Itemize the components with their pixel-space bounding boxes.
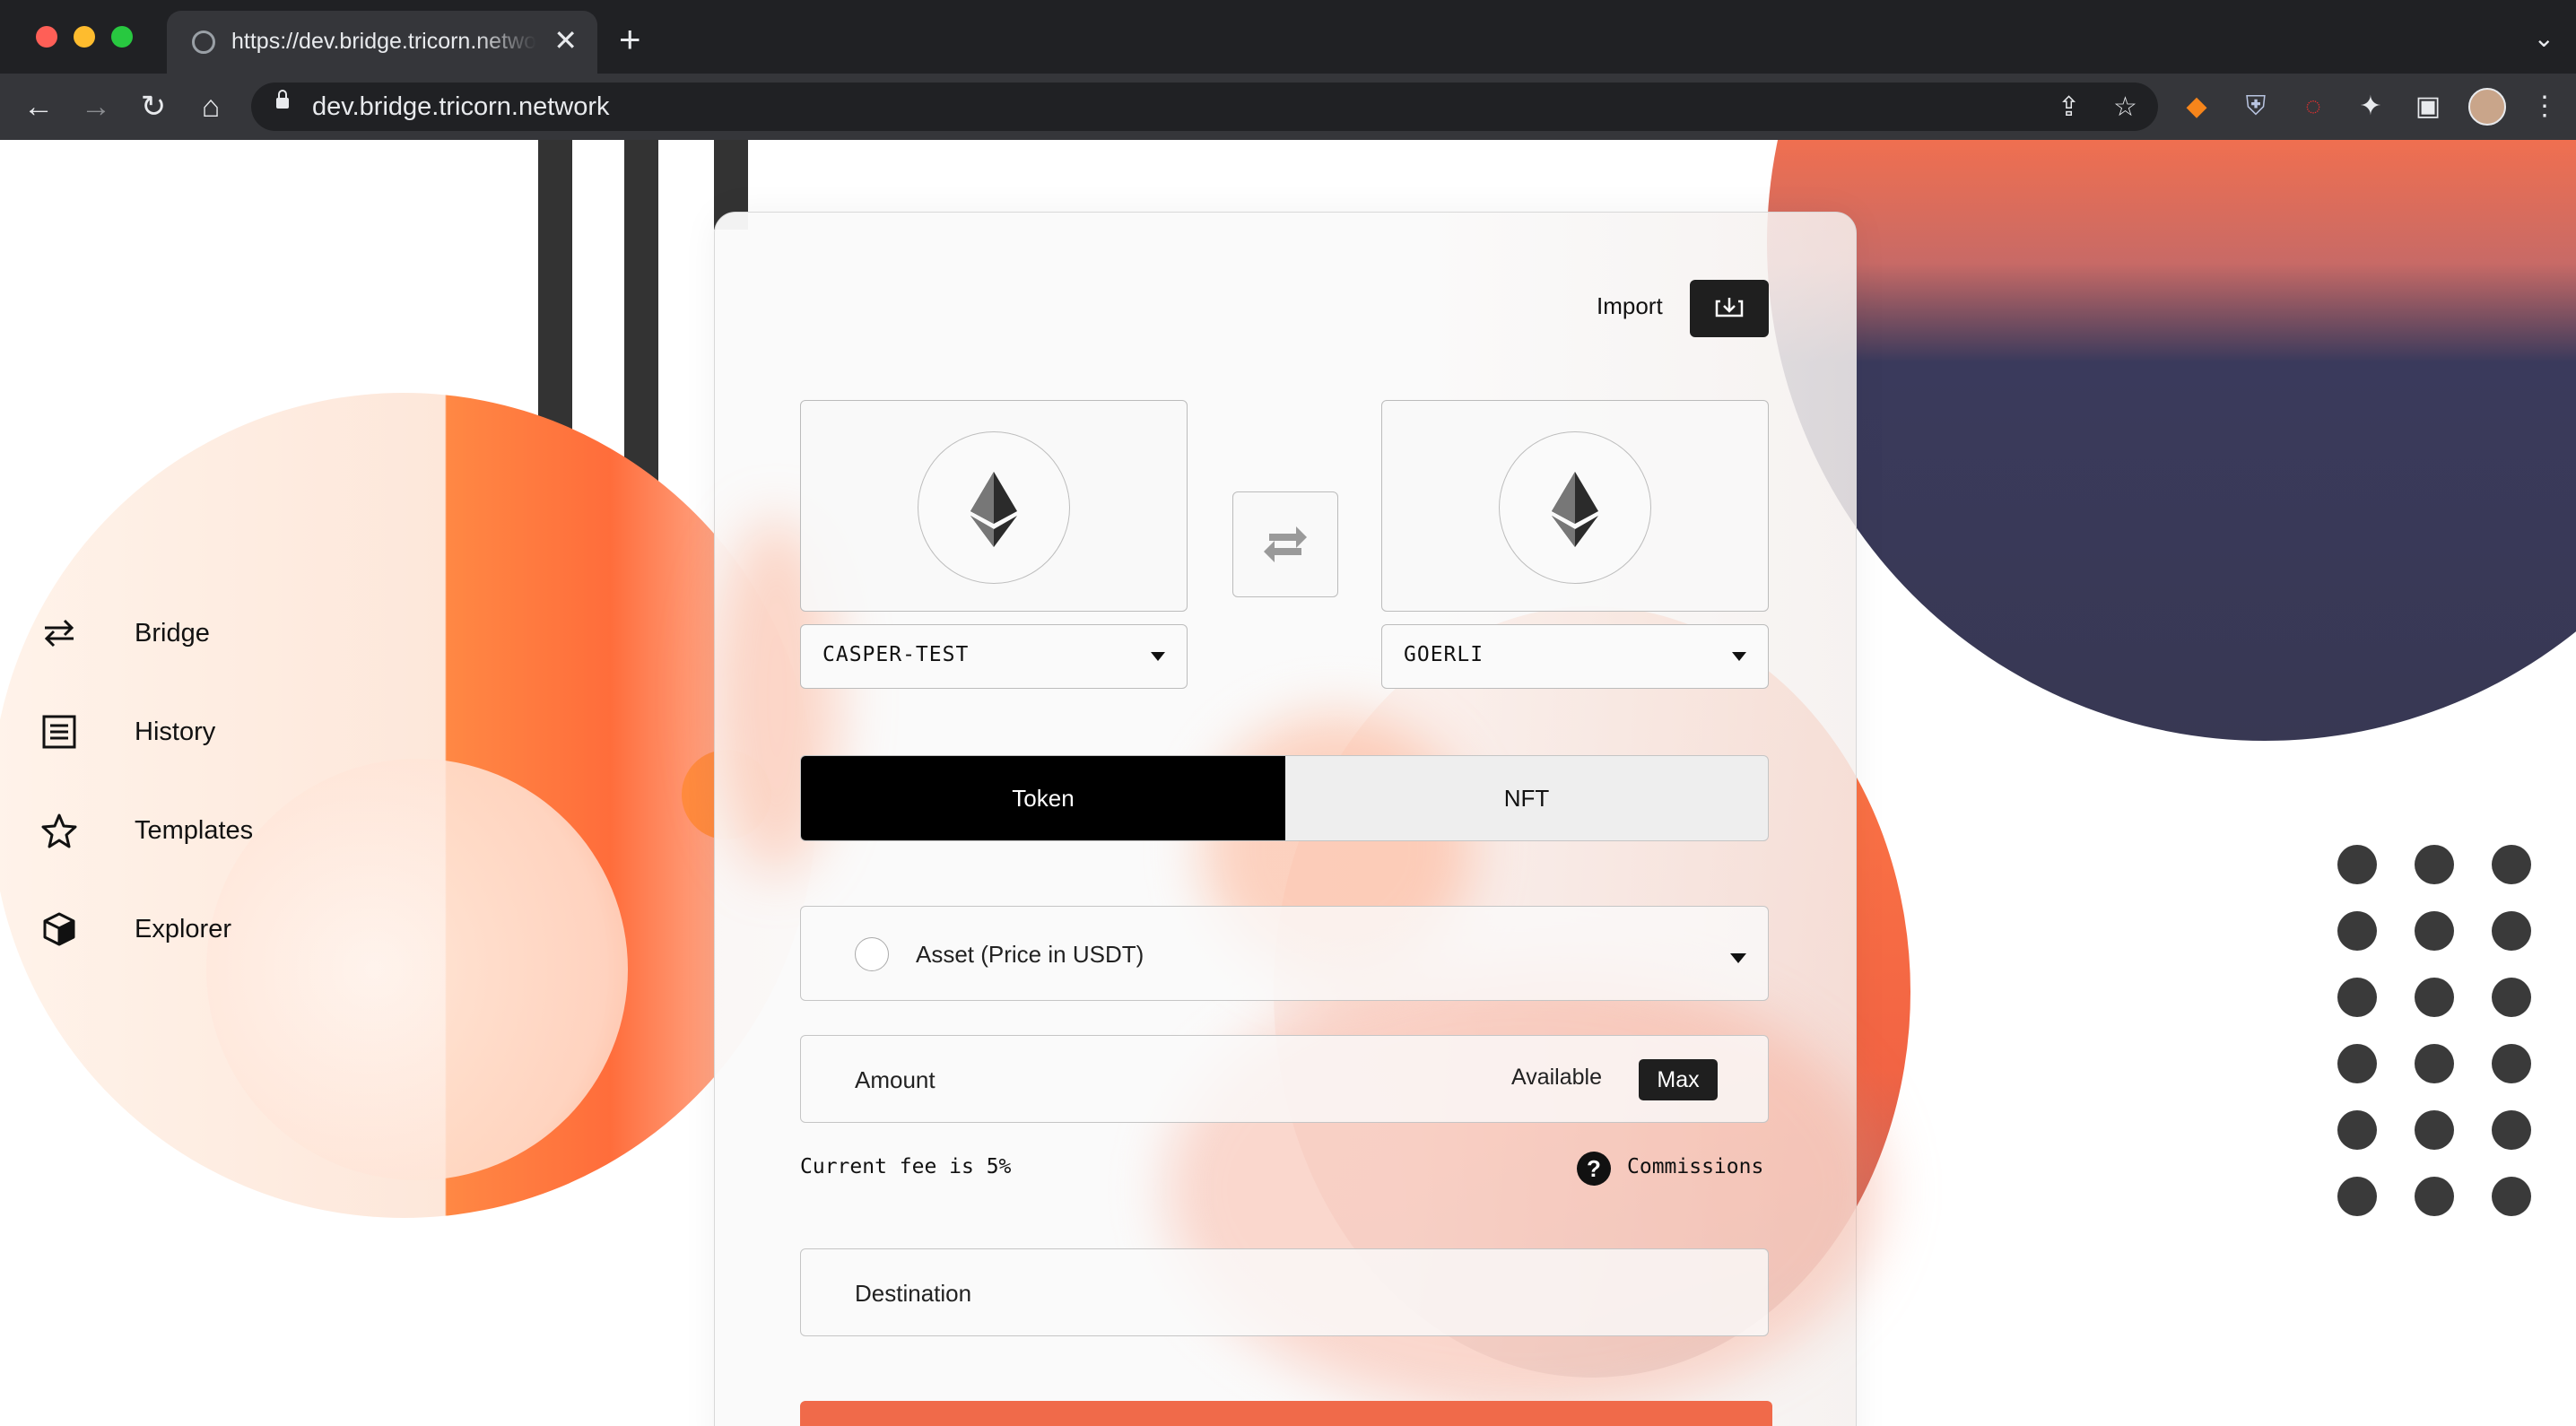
swap-networks-button[interactable]	[1232, 491, 1338, 597]
asset-select[interactable]: Asset (Price in USDT)	[800, 906, 1769, 1001]
browser-tab[interactable]: https://dev.bridge.tricorn.network ✕	[167, 11, 597, 74]
from-network-card[interactable]	[800, 400, 1188, 612]
from-network-select[interactable]: CASPER-TEST	[800, 624, 1188, 689]
share-icon[interactable]: ⇪	[2058, 91, 2080, 123]
metamask-extension-icon[interactable]: ◆	[2180, 90, 2214, 124]
import-label: Import	[1597, 292, 1663, 319]
browser-toolbar: ← → ↻ ⌂ dev.bridge.tricorn.network ⇪ ☆ ◆…	[0, 74, 2576, 140]
tab-nft[interactable]: NFT	[1285, 756, 1768, 840]
download-tray-icon	[1715, 298, 1744, 317]
to-network-card[interactable]	[1381, 400, 1769, 612]
cube-icon	[43, 912, 75, 946]
destination-label: Destination	[855, 1280, 972, 1307]
address-bar[interactable]: dev.bridge.tricorn.network ⇪ ☆	[251, 83, 2158, 131]
submit-button[interactable]	[800, 1401, 1772, 1426]
to-network-select[interactable]: GOERLI	[1381, 624, 1769, 689]
browser-tab-bar: https://dev.bridge.tricorn.network ✕ + ⌄	[0, 0, 2576, 74]
ethereum-icon	[970, 472, 1017, 547]
help-icon[interactable]: ?	[1577, 1152, 1611, 1186]
decor-blur	[1166, 965, 1884, 1413]
caret-down-icon	[1732, 652, 1746, 661]
tab-title: https://dev.bridge.tricorn.network	[231, 29, 536, 54]
to-network-value: GOERLI	[1404, 643, 1484, 666]
url-text[interactable]: dev.bridge.tricorn.network	[312, 92, 610, 122]
import-button[interactable]	[1690, 280, 1769, 337]
arrows-exchange-icon	[44, 619, 74, 648]
destination-field[interactable]: Destination	[800, 1248, 1769, 1336]
spinner-extension-icon[interactable]: ◌	[2296, 90, 2330, 124]
extensions-puzzle-icon[interactable]: ✦	[2354, 90, 2388, 124]
asset-type-toggle: Token NFT	[800, 755, 1769, 841]
commissions-link[interactable]: Commissions	[1627, 1155, 1763, 1178]
decor-circle-inner	[206, 759, 628, 1180]
max-button[interactable]: Max	[1639, 1059, 1718, 1100]
list-document-icon	[42, 715, 76, 749]
new-tab-button[interactable]: +	[619, 20, 641, 59]
available-label: Available	[1511, 1065, 1603, 1090]
tab-token[interactable]: Token	[801, 756, 1285, 840]
sidebar-item-label: Templates	[135, 816, 254, 845]
from-network-value: CASPER-TEST	[822, 643, 970, 666]
bookmark-star-icon[interactable]: ☆	[2113, 91, 2137, 123]
shield-extension-icon[interactable]: ⛨	[2239, 90, 2273, 124]
ethereum-logo	[1499, 431, 1651, 584]
forward-icon[interactable]: →	[79, 90, 113, 124]
page-content: Bridge History Templates Explorer Import	[0, 140, 2576, 1426]
swap-icon	[1264, 526, 1307, 562]
browser-menu-icon[interactable]: ⋮	[2528, 90, 2562, 124]
close-tab-icon[interactable]: ✕	[553, 25, 578, 56]
back-icon[interactable]: ←	[22, 90, 56, 124]
caret-down-icon	[1151, 652, 1165, 661]
amount-label: Amount	[855, 1066, 936, 1093]
asset-placeholder: Asset (Price in USDT)	[916, 941, 1144, 968]
profile-avatar[interactable]	[2468, 88, 2506, 126]
ethereum-icon	[1552, 472, 1598, 547]
caret-down-icon	[1730, 953, 1746, 963]
side-panel-icon[interactable]: ▣	[2411, 90, 2445, 124]
decor-circle-right	[1767, 140, 2576, 741]
close-window-button[interactable]	[36, 26, 57, 48]
reload-icon[interactable]: ↻	[136, 90, 170, 124]
globe-icon	[192, 30, 215, 54]
minimize-window-button[interactable]	[74, 26, 95, 48]
sidebar-item-label: History	[135, 717, 216, 746]
sidebar-item-label: Bridge	[135, 619, 210, 648]
asset-token-icon-placeholder	[855, 937, 889, 971]
home-icon[interactable]: ⌂	[194, 90, 228, 124]
ethereum-logo	[918, 431, 1070, 584]
star-icon	[41, 813, 77, 848]
amount-field[interactable]: Amount Available Max	[800, 1035, 1769, 1123]
maximize-window-button[interactable]	[111, 26, 133, 48]
fee-text: Current fee is 5%	[800, 1155, 1012, 1178]
lock-icon	[276, 90, 289, 109]
chevron-down-icon[interactable]: ⌄	[2534, 23, 2554, 53]
sidebar-item-label: Explorer	[135, 915, 231, 943]
